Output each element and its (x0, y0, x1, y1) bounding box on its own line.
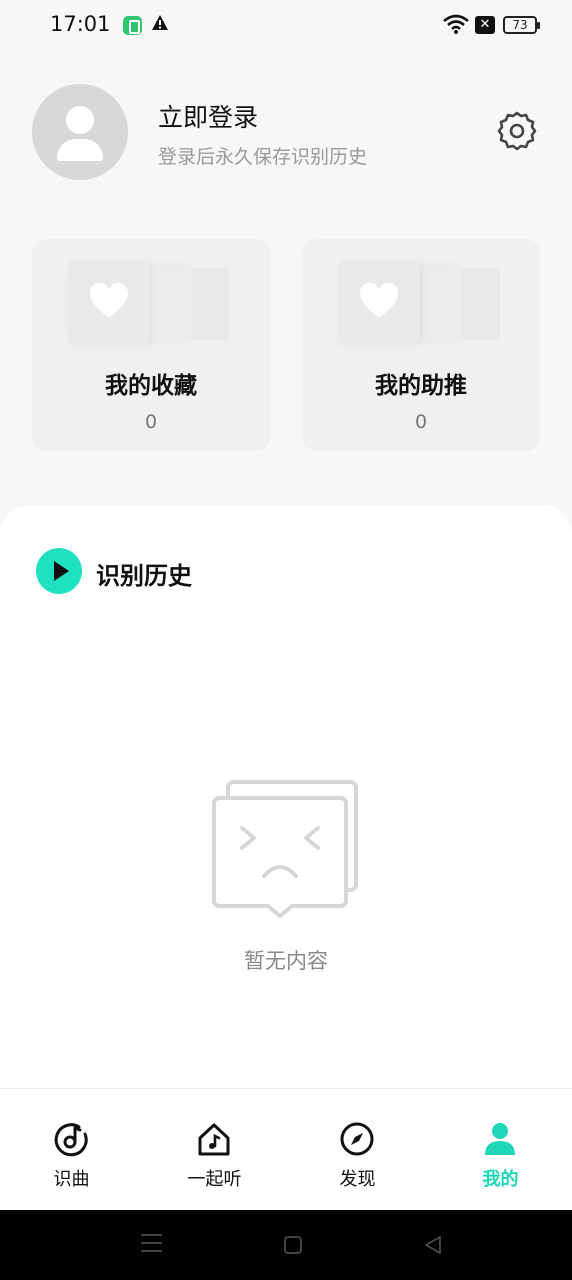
gear-icon[interactable] (496, 110, 538, 152)
boost-count: 0 (414, 411, 428, 433)
empty-box-icon (212, 780, 358, 918)
favorites-title: 我的收藏 (105, 373, 197, 399)
heart-icon (90, 283, 128, 318)
person-icon (485, 1123, 515, 1155)
tab-recognize[interactable]: 识曲 (0, 1089, 143, 1211)
compass-icon (340, 1122, 374, 1156)
tab-listen-together[interactable]: 一起听 (143, 1089, 286, 1211)
status-time: 17:01 (50, 12, 111, 36)
system-nav-bar (0, 1210, 572, 1280)
profile-header: 立即登录 登录后永久保存识别历史 (0, 52, 572, 212)
bottom-tab-bar: 识曲 一起听 发现 我的 (0, 1088, 572, 1210)
no-sim-icon: ✕ (475, 16, 495, 34)
tab-mine-label: 我的 (482, 1169, 519, 1190)
avatar-body (57, 139, 103, 161)
status-bar: 17:01 ✕ 73 (0, 0, 572, 52)
favorites-stack-graphic (68, 261, 232, 343)
wifi-icon (443, 14, 469, 34)
tab-discover[interactable]: 发现 (286, 1089, 429, 1211)
warning-icon (152, 15, 168, 30)
boost-stack-graphic (338, 261, 502, 343)
tab-recognize-label: 识曲 (53, 1169, 90, 1190)
tab-discover-label: 发现 (339, 1169, 376, 1190)
history-panel: 识别历史 暂无内容 (0, 505, 572, 1090)
empty-state-text: 暂无内容 (244, 949, 328, 973)
login-subtitle: 登录后永久保存识别历史 (158, 146, 368, 168)
menu-icon[interactable] (141, 1234, 162, 1256)
login-title[interactable]: 立即登录 (158, 98, 258, 134)
favorites-count: 0 (144, 411, 158, 433)
tab-mine[interactable]: 我的 (429, 1089, 572, 1211)
app-notification-icon (123, 16, 142, 35)
heart-icon (360, 283, 398, 318)
boost-card[interactable]: 我的助推 0 (302, 239, 540, 451)
tab-listen-together-label: 一起听 (187, 1169, 242, 1190)
favorites-card[interactable]: 我的收藏 0 (32, 239, 270, 451)
back-icon[interactable] (422, 1234, 444, 1256)
music-note-circle-icon (54, 1123, 88, 1157)
battery-indicator: 73 (503, 16, 540, 34)
boost-title: 我的助推 (375, 373, 467, 399)
play-icon (36, 548, 82, 594)
avatar-head (66, 106, 94, 134)
home-icon[interactable] (284, 1236, 302, 1254)
history-title: 识别历史 (96, 562, 192, 590)
music-house-icon (198, 1123, 230, 1156)
avatar[interactable] (32, 84, 128, 180)
